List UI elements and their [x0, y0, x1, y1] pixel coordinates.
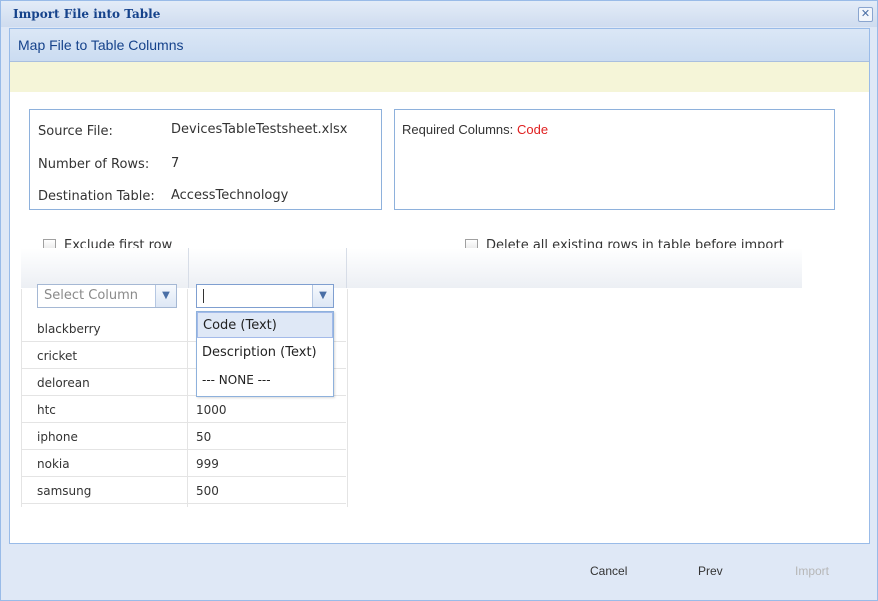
required-columns-label: Required Columns: — [402, 122, 514, 137]
cell-value: 500 — [196, 484, 219, 498]
table-row[interactable]: samsung 500 — [21, 477, 346, 504]
table-row[interactable]: htc 1000 — [21, 396, 346, 423]
dialog-titlebar: Import File into Table ✕ — [1, 1, 877, 27]
option-description[interactable]: Description (Text) — [197, 340, 333, 366]
cancel-button[interactable]: Cancel — [590, 564, 627, 578]
cell-name: blackberry — [37, 322, 101, 336]
message-bar — [10, 62, 869, 92]
cell-name: cricket — [37, 349, 78, 363]
option-code[interactable]: Code (Text) — [197, 312, 333, 338]
cell-value: 1000 — [196, 403, 227, 417]
dialog-title: Import File into Table — [13, 7, 161, 21]
cell-name: samsung — [37, 484, 92, 498]
file-info-panel: Source File: DevicesTableTestsheet.xlsx … — [29, 109, 382, 210]
destination-table-label: Destination Table: — [38, 189, 155, 204]
step-header: Map File to Table Columns — [10, 29, 869, 62]
row-count-value: 7 — [171, 156, 180, 171]
cell-name: nokia — [37, 457, 70, 471]
import-dialog: Import File into Table ✕ Map File to Tab… — [0, 0, 878, 601]
cell-value: 50 — [196, 430, 212, 444]
required-columns-panel: Required Columns: Code — [394, 109, 835, 210]
cell-name: delorean — [37, 376, 90, 390]
table-row[interactable]: nokia 999 — [21, 450, 346, 477]
prev-button[interactable]: Prev — [698, 564, 723, 578]
column-divider — [346, 248, 347, 288]
step-title: Map File to Table Columns — [18, 37, 184, 53]
cell-name: htc — [37, 403, 56, 417]
import-button[interactable]: Import — [795, 564, 829, 578]
table-row[interactable]: iphone 50 — [21, 423, 346, 450]
source-file-value: DevicesTableTestsheet.xlsx — [171, 122, 348, 137]
option-none[interactable]: --- NONE --- — [197, 368, 333, 394]
cell-name: iphone — [37, 430, 78, 444]
destination-table-value: AccessTechnology — [171, 188, 289, 203]
column-divider — [188, 248, 189, 288]
source-file-label: Source File: — [38, 124, 113, 139]
close-icon: ✕ — [860, 7, 871, 20]
cell-value: 999 — [196, 457, 219, 471]
column-options-list: Code (Text) Description (Text) --- NONE … — [196, 311, 334, 397]
required-column-code: Code — [517, 122, 549, 137]
mapping-header — [21, 248, 802, 288]
close-button[interactable]: ✕ — [858, 7, 873, 22]
row-count-label: Number of Rows: — [38, 157, 150, 172]
